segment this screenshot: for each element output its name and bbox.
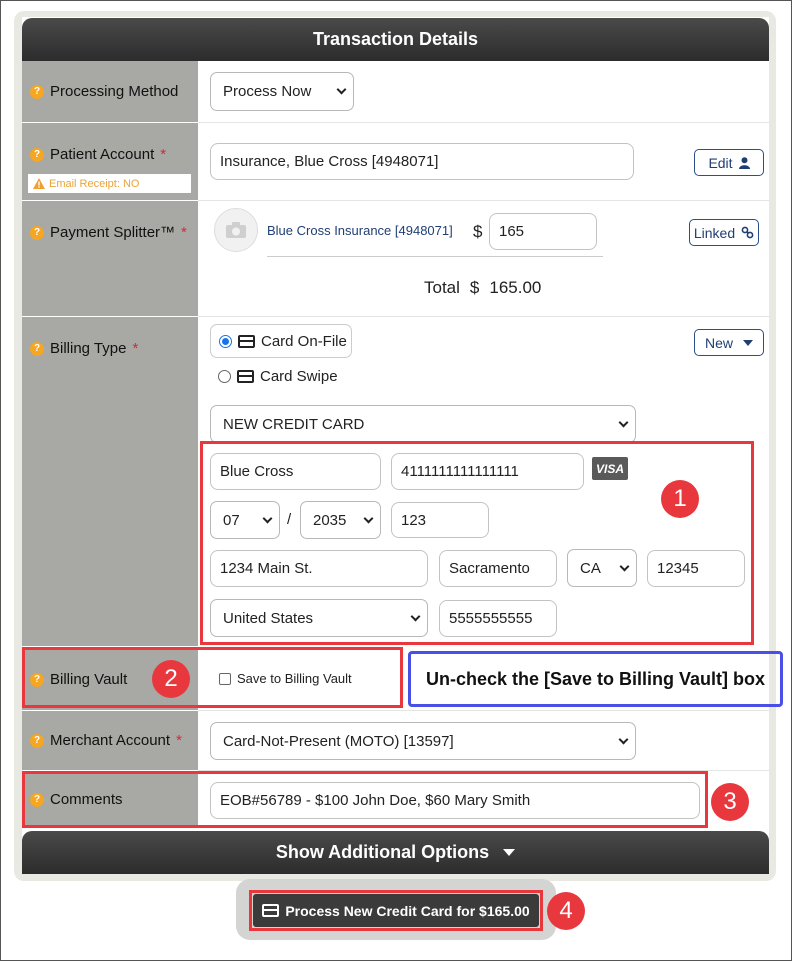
chevron-down-icon (618, 734, 629, 744)
total-currency: $ (469, 278, 480, 297)
camera-avatar-icon (226, 222, 246, 238)
required-marker: * (132, 340, 139, 357)
credit-card-icon (238, 334, 255, 348)
required-marker: * (176, 732, 182, 749)
label-cell-billing-type: ? Billing Type * (22, 317, 198, 647)
label-cell-merchant-account: ? Merchant Account * (22, 711, 198, 771)
payment-splitter-label: Payment Splitter™ (50, 224, 176, 241)
card-select-value: NEW CREDIT CARD (223, 415, 365, 433)
payer-avatar (214, 208, 258, 252)
row-divider (198, 710, 769, 711)
payer-name[interactable]: Blue Cross Insurance [4948071] (267, 223, 453, 238)
row-divider (198, 200, 769, 201)
instruction-callout: Un-check the [Save to Billing Vault] box (408, 651, 783, 707)
card-swipe-label: Card Swipe (260, 368, 338, 385)
patient-account-input[interactable]: Insurance, Blue Cross [4948071] (210, 143, 634, 180)
help-icon[interactable]: ? (30, 733, 44, 748)
card-select[interactable]: NEW CREDIT CARD (210, 405, 636, 443)
merchant-account-value: Card-Not-Present (MOTO) [13597] (223, 732, 454, 750)
payer-underline (267, 256, 603, 257)
linked-button[interactable]: Linked (689, 219, 759, 246)
annotation-badge-1: 1 (661, 480, 699, 518)
total-label: Total (424, 278, 460, 297)
annotation-box-2 (22, 647, 403, 708)
processing-method-select[interactable]: Process Now (210, 72, 354, 111)
warning-icon (33, 178, 45, 189)
radio-button-selected[interactable] (219, 334, 232, 348)
panel-header: Transaction Details (22, 18, 769, 61)
processing-method-label: Processing Method (50, 83, 179, 100)
edit-label: Edit (708, 154, 733, 171)
radio-button[interactable] (218, 370, 231, 383)
chevron-down-icon (618, 417, 629, 427)
radio-card-swipe[interactable]: Card Swipe (218, 368, 338, 385)
edit-account-button[interactable]: Edit (694, 149, 764, 176)
total-value: 165.00 (489, 278, 542, 297)
required-marker: * (181, 224, 187, 241)
show-additional-options-label: Show Additional Options (275, 842, 490, 862)
instruction-callout-text: Un-check the [Save to Billing Vault] box (425, 668, 766, 689)
billing-type-label: Billing Type (50, 340, 127, 357)
email-receipt-notice: Email Receipt: NO (28, 174, 191, 193)
processing-method-value: Process Now (223, 83, 312, 100)
annotation-box-4 (249, 890, 543, 931)
row-divider (198, 316, 769, 317)
label-cell-payment-splitter: ? Payment Splitter™ * (22, 201, 198, 317)
total-row: Total $ 165.00 (424, 278, 541, 298)
help-icon[interactable]: ? (30, 341, 44, 356)
merchant-account-select[interactable]: Card-Not-Present (MOTO) [13597] (210, 722, 636, 760)
currency-symbol: $ (473, 222, 483, 241)
caret-down-icon (743, 339, 753, 346)
user-icon (738, 156, 750, 169)
annotation-box-1 (200, 441, 754, 645)
label-cell-patient-account: ? Patient Account * Email Receipt: NO (22, 123, 198, 201)
new-dropdown-button[interactable]: New (694, 329, 764, 356)
new-label: New (704, 334, 733, 351)
caret-down-icon (503, 849, 516, 856)
email-receipt-text: Email Receipt: NO (49, 177, 140, 190)
patient-account-value: Insurance, Blue Cross [4948071] (220, 153, 439, 170)
credit-card-icon (237, 370, 254, 383)
help-icon[interactable]: ? (30, 147, 44, 162)
annotation-badge-2: 2 (152, 660, 190, 698)
label-cell-processing-method: ? Processing Method (22, 61, 198, 123)
card-on-file-label: Card On-File (261, 332, 347, 350)
row-divider (198, 122, 769, 123)
patient-account-label: Patient Account (50, 146, 155, 163)
radio-card-on-file[interactable]: Card On-File (210, 324, 352, 358)
linked-label: Linked (693, 224, 736, 241)
required-marker: * (160, 146, 167, 163)
help-icon[interactable]: ? (30, 225, 44, 240)
chevron-down-icon (336, 84, 347, 95)
annotation-badge-4: 4 (547, 892, 585, 930)
annotation-box-3 (22, 771, 708, 828)
split-amount-input[interactable]: 165 (489, 213, 597, 250)
split-amount-value: 165 (499, 223, 525, 240)
merchant-account-label: Merchant Account (50, 732, 171, 749)
panel-title: Transaction Details (312, 29, 479, 49)
help-icon[interactable]: ? (30, 84, 44, 99)
annotation-badge-3: 3 (711, 783, 749, 821)
link-icon (741, 226, 754, 239)
show-additional-options-button[interactable]: Show Additional Options (22, 831, 769, 874)
